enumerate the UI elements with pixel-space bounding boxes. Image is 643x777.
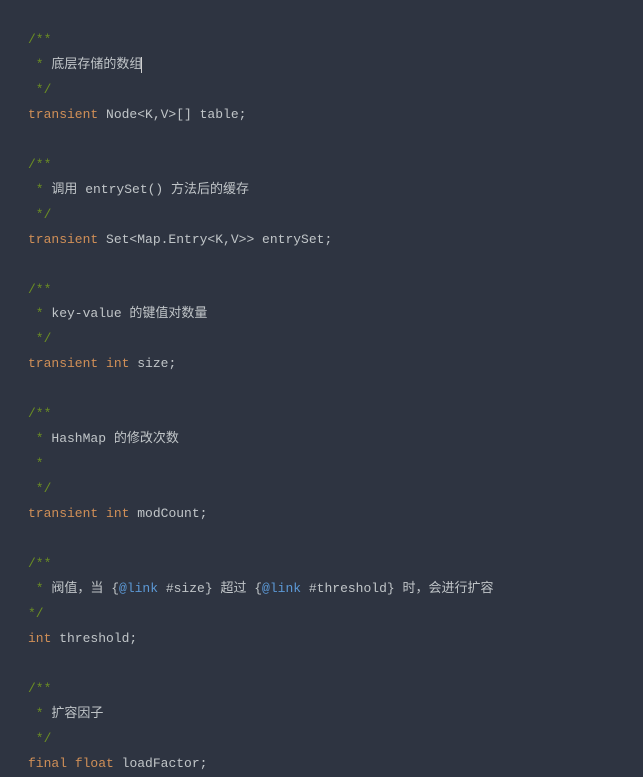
code-token: Node<K,V>[] table; [98,107,246,122]
code-token: * [28,456,44,471]
code-token: /** [28,157,51,172]
code-line: * 调用 entrySet() 方法后的缓存 [28,178,643,203]
code-line: * 阀值，当 {@link #size} 超过 {@link #threshol… [28,577,643,602]
code-token: key-value 的键值对数量 [51,306,207,321]
code-token: @link [262,581,301,596]
code-token: * [28,581,51,596]
code-token: loadFactor; [114,756,208,771]
code-token: * [28,57,51,72]
code-token: 阀值，当 { [51,581,119,596]
code-line: transient Node<K,V>[] table; [28,103,643,128]
code-token: int [106,506,129,521]
code-token [67,756,75,771]
code-token: 扩容因子 [51,706,103,721]
code-line: */ [28,477,643,502]
code-token: float [75,756,114,771]
code-token: modCount; [129,506,207,521]
code-token: */ [28,331,51,346]
code-token: */ [28,207,51,222]
code-line: * 扩容因子 [28,702,643,727]
code-token: * [28,182,51,197]
code-token: int [28,631,51,646]
code-token: size; [129,356,176,371]
code-token [98,356,106,371]
code-line: * 底层存储的数组 [28,53,643,78]
code-line: transient int modCount; [28,502,643,527]
code-token: transient [28,506,98,521]
code-token: threshold; [51,631,137,646]
code-token: transient [28,232,98,247]
code-token: #threshold} 时，会进行扩容 [301,581,493,596]
code-token: @link [119,581,158,596]
code-line: /** [28,153,643,178]
code-token: */ [28,731,51,746]
code-token: */ [28,82,51,97]
code-line [28,652,643,677]
code-line [28,377,643,402]
code-token: * [28,706,51,721]
code-token: final [28,756,67,771]
code-token: /** [28,282,51,297]
code-line: */ [28,602,643,627]
code-token: /** [28,32,51,47]
code-line: * [28,452,643,477]
code-line: /** [28,402,643,427]
code-token: transient [28,107,98,122]
code-token: */ [28,481,51,496]
code-token: Set<Map.Entry<K,V>> entrySet; [98,232,332,247]
code-token: #size} 超过 { [158,581,262,596]
code-token [98,506,106,521]
code-token: /** [28,406,51,421]
code-token: int [106,356,129,371]
code-line: int threshold; [28,627,643,652]
code-line: */ [28,78,643,103]
code-token: transient [28,356,98,371]
code-editor[interactable]: /** * 底层存储的数组 */ transient Node<K,V>[] ta… [28,28,643,777]
code-line: * HashMap 的修改次数 [28,427,643,452]
code-token: */ [28,606,44,621]
code-token: /** [28,556,51,571]
code-line [28,253,643,278]
code-line: /** [28,28,643,53]
code-token: * [28,306,51,321]
code-line: transient int size; [28,352,643,377]
code-line: /** [28,677,643,702]
code-line: /** [28,552,643,577]
code-line: */ [28,327,643,352]
code-token: * [28,431,51,446]
code-token: 调用 entrySet() 方法后的缓存 [51,182,249,197]
code-token: /** [28,681,51,696]
code-token: HashMap 的修改次数 [51,431,178,446]
code-line: */ [28,203,643,228]
code-token: 底层存储的数组 [51,57,142,72]
code-line: */ [28,727,643,752]
code-line: /** [28,278,643,303]
text-cursor [141,57,142,73]
code-line [28,527,643,552]
code-line: * key-value 的键值对数量 [28,302,643,327]
code-line [28,128,643,153]
code-line: transient Set<Map.Entry<K,V>> entrySet; [28,228,643,253]
